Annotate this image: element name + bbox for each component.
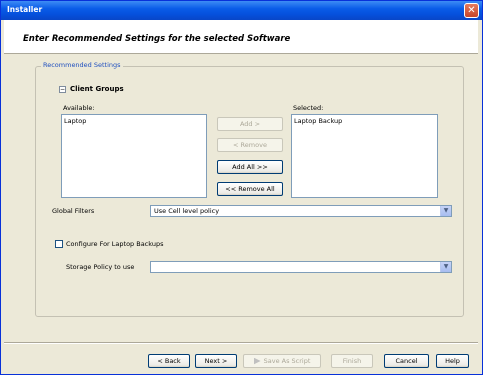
storage-policy-label: Storage Policy to use [66, 263, 135, 271]
available-list[interactable]: Laptop [61, 114, 207, 198]
selected-list[interactable]: Laptop Backup [291, 114, 438, 198]
cancel-button[interactable]: Cancel [384, 354, 429, 368]
selected-label: Selected: [293, 104, 324, 112]
remove-all-button[interactable]: << Remove All [217, 182, 283, 196]
laptop-backups-checkbox[interactable] [55, 240, 63, 248]
footer-divider-highlight [4, 343, 478, 344]
remove-button[interactable]: < Remove [217, 138, 283, 152]
page-title: Enter Recommended Settings for the selec… [23, 34, 291, 44]
save-as-script-button[interactable]: Save As Script [243, 354, 321, 368]
finish-button[interactable]: Finish [331, 354, 373, 368]
window-title: Installer [7, 5, 43, 14]
global-filters-label: Global Filters [52, 207, 95, 215]
recommended-settings-legend: Recommended Settings [41, 61, 123, 69]
chevron-down-icon[interactable]: ▼ [440, 206, 451, 216]
save-as-script-label: Save As Script [263, 357, 311, 365]
storage-policy-select[interactable]: ▼ [150, 261, 452, 273]
add-button[interactable]: Add > [217, 117, 283, 131]
title-bar[interactable]: Installer ✕ [1, 1, 482, 20]
play-icon [253, 357, 261, 365]
global-filters-value: Use Cell level policy [154, 207, 220, 215]
help-button[interactable]: Help [436, 354, 469, 368]
collapse-icon[interactable]: − [59, 86, 66, 93]
back-button[interactable]: < Back [148, 354, 190, 368]
add-all-button[interactable]: Add All >> [217, 160, 283, 174]
list-item[interactable]: Laptop Backup [294, 117, 435, 125]
global-filters-select[interactable]: Use Cell level policy ▼ [150, 205, 452, 217]
list-item[interactable]: Laptop [64, 117, 204, 125]
client-groups-title: Client Groups [70, 85, 124, 93]
chevron-down-icon[interactable]: ▼ [440, 262, 451, 272]
laptop-backups-label: Configure For Laptop Backups [66, 240, 164, 248]
close-icon[interactable]: ✕ [464, 3, 479, 18]
available-label: Available: [63, 104, 95, 112]
next-button[interactable]: Next > [195, 354, 237, 368]
